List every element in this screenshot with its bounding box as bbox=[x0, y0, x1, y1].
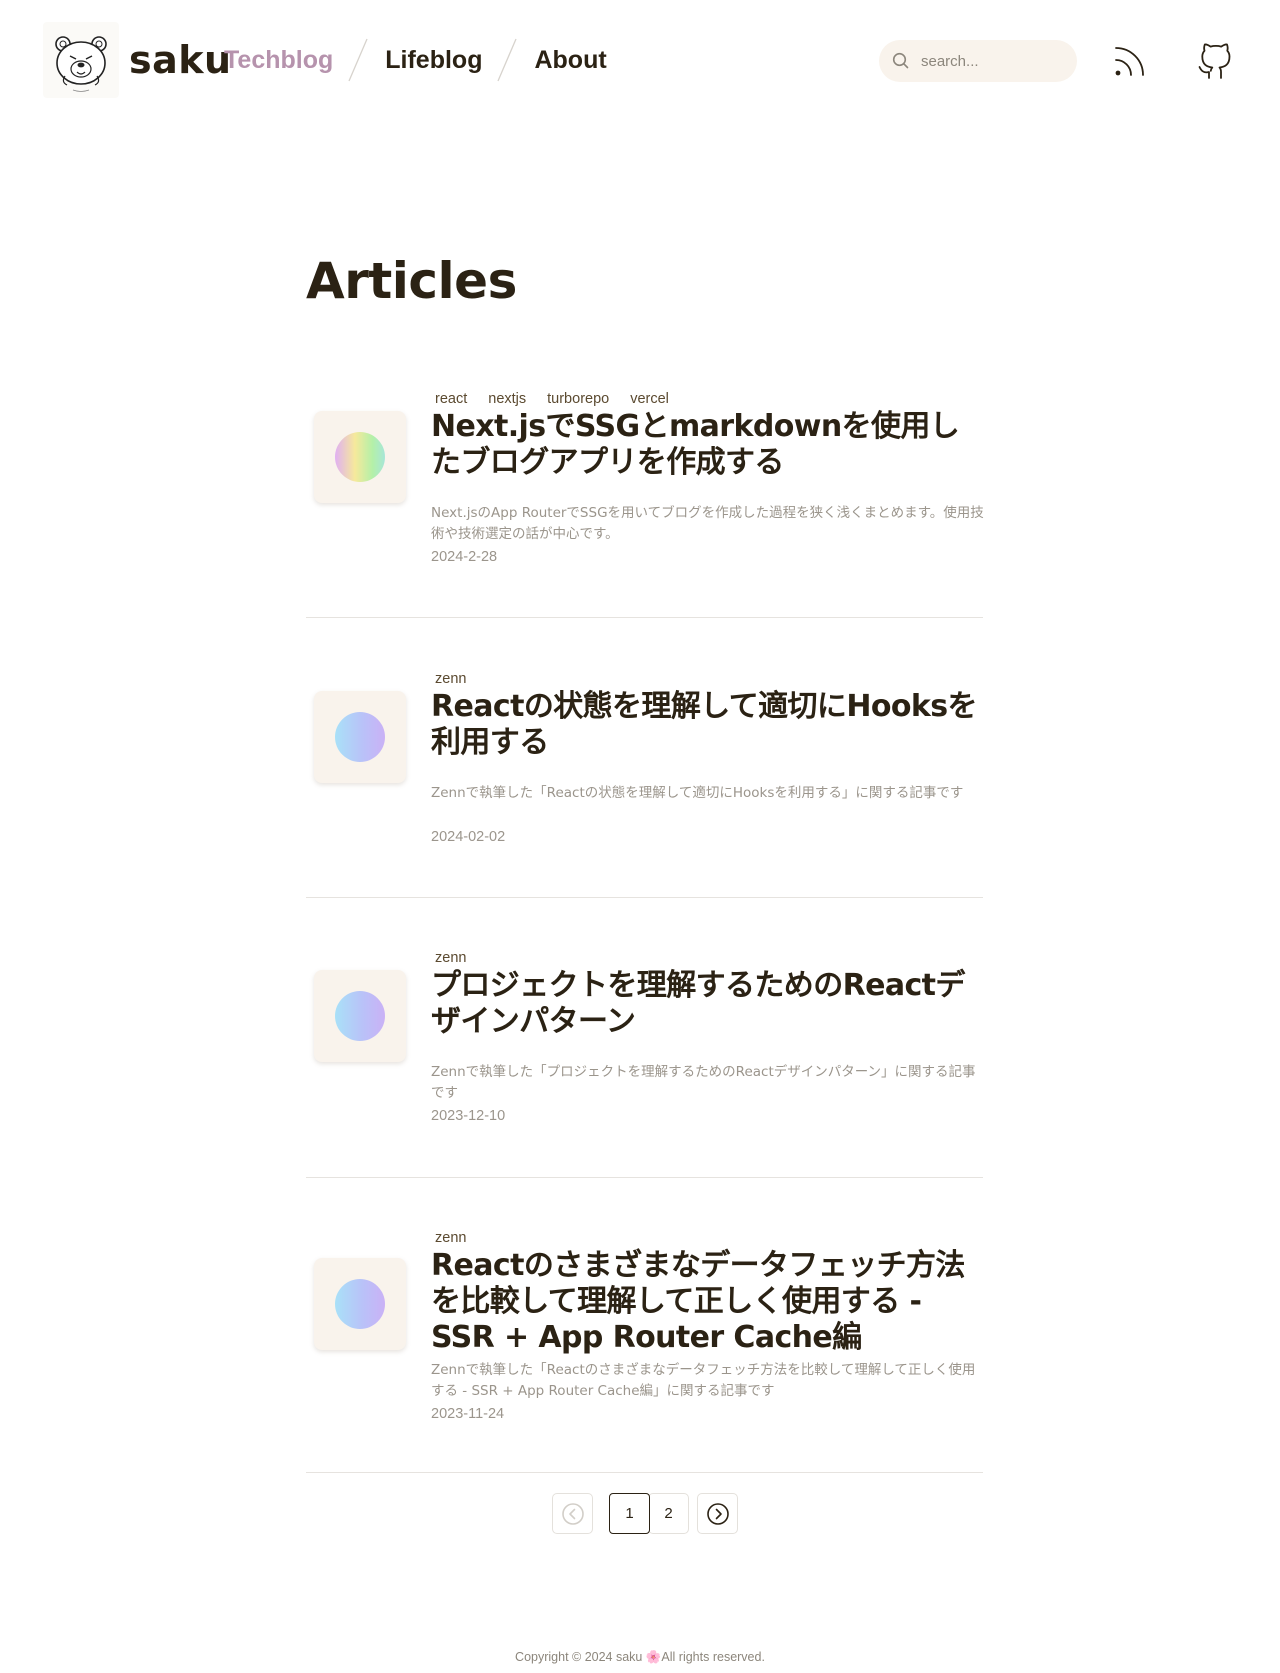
article-tags: zenn bbox=[435, 950, 487, 966]
article-date: 2024-02-02 bbox=[431, 829, 506, 845]
article-title[interactable]: Reactの状態を理解して適切にHooksを利用する bbox=[431, 689, 986, 761]
tag-link[interactable]: zenn bbox=[435, 950, 466, 966]
page-button-1[interactable]: 1 bbox=[609, 1493, 650, 1534]
nav-link-lifeblog[interactable]: Lifeblog bbox=[385, 46, 482, 75]
site-name[interactable]: saku bbox=[129, 38, 232, 82]
page-title: Articles bbox=[306, 252, 517, 310]
tag-link[interactable]: zenn bbox=[435, 1230, 466, 1246]
site-logo[interactable] bbox=[43, 22, 119, 98]
main-nav: Techblog Lifeblog About bbox=[224, 35, 607, 85]
next-page-button[interactable] bbox=[697, 1493, 738, 1534]
divider bbox=[306, 897, 983, 898]
article-date: 2024-2-28 bbox=[431, 549, 498, 565]
nav-separator bbox=[497, 38, 518, 82]
search-box bbox=[879, 40, 1077, 82]
tag-link[interactable]: vercel bbox=[630, 391, 669, 407]
article-date: 2023-11-24 bbox=[431, 1406, 505, 1422]
search-icon bbox=[892, 52, 909, 69]
divider bbox=[306, 617, 983, 618]
github-link[interactable] bbox=[1195, 38, 1235, 80]
bear-logo-icon bbox=[55, 36, 107, 92]
article-title[interactable]: プロジェクトを理解するためのReactデザインパターン bbox=[431, 968, 986, 1040]
divider bbox=[306, 1177, 983, 1178]
site-header: saku Techblog Lifeblog About bbox=[0, 0, 1280, 122]
chevron-right-circle-icon bbox=[706, 1502, 729, 1525]
article-description: Zennで執筆した「Reactのさまざまなデータフェッチ方法を比較して理解して正… bbox=[431, 1362, 976, 1399]
tag-link[interactable]: react bbox=[435, 391, 467, 407]
rss-icon bbox=[1115, 47, 1144, 76]
gradient-orb bbox=[335, 1279, 385, 1329]
article-description: Zennで執筆した「Reactの状態を理解して適切にHooksを利用する」に関す… bbox=[431, 785, 964, 801]
gradient-orb bbox=[335, 991, 385, 1041]
article-thumbnail[interactable] bbox=[314, 691, 406, 783]
article-tags: zenn bbox=[435, 1230, 487, 1246]
gradient-orb bbox=[335, 712, 385, 762]
article-title[interactable]: Reactのさまざまなデータフェッチ方法を比較して理解して正しく使用する - S… bbox=[431, 1248, 986, 1356]
article-date: 2023-12-10 bbox=[431, 1108, 506, 1124]
tag-link[interactable]: zenn bbox=[435, 671, 466, 687]
nav-link-about[interactable]: About bbox=[534, 46, 606, 75]
nav-link-techblog[interactable]: Techblog bbox=[224, 46, 333, 75]
nav-separator bbox=[348, 38, 368, 82]
gradient-orb bbox=[335, 432, 385, 482]
tag-link[interactable]: nextjs bbox=[488, 391, 526, 407]
rss-link[interactable] bbox=[1111, 40, 1151, 80]
page-button-2[interactable]: 2 bbox=[648, 1493, 689, 1534]
footer-copyright: Copyright © 2024 saku 🌸All rights reserv… bbox=[515, 1650, 765, 1664]
github-icon bbox=[1198, 43, 1231, 79]
article-title[interactable]: Next.jsでSSGとmarkdownを使用したブログアプリを作成する bbox=[431, 409, 986, 481]
article-thumbnail[interactable] bbox=[314, 970, 406, 1062]
chevron-left-circle-icon bbox=[561, 1502, 584, 1525]
prev-page-button[interactable] bbox=[552, 1493, 593, 1534]
article-tags: zenn bbox=[435, 671, 487, 687]
article-thumbnail[interactable] bbox=[314, 1258, 406, 1350]
search-input[interactable] bbox=[921, 52, 1061, 70]
article-description: Zennで執筆した「プロジェクトを理解するためのReactデザインパターン」に関… bbox=[431, 1064, 976, 1101]
article-thumbnail[interactable] bbox=[314, 411, 406, 503]
article-description: Next.jsのApp RouterでSSGを用いてブログを作成した過程を狭く浅… bbox=[431, 505, 984, 542]
divider bbox=[306, 1472, 983, 1473]
tag-link[interactable]: turborepo bbox=[547, 391, 609, 407]
article-tags: react nextjs turborepo vercel bbox=[435, 391, 690, 407]
